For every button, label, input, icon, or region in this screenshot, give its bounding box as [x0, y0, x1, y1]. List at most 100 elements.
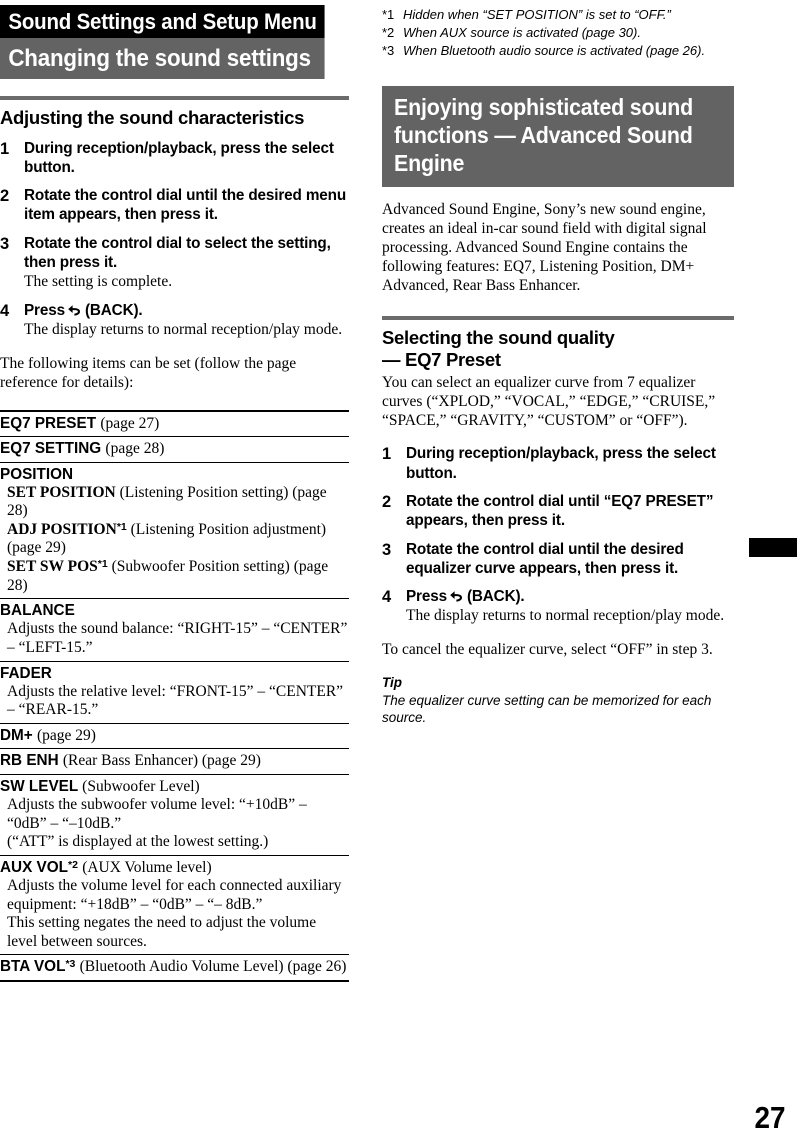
table-row: FADER Adjusts the relative level: “FRONT… — [0, 662, 349, 724]
table-row: POSITION SET POSITION (Listening Positio… — [0, 463, 349, 600]
step-item: 3 Rotate the control dial to select the … — [0, 234, 349, 292]
step-number: 2 — [0, 187, 10, 206]
step-instruction: Rotate the control dial until the desire… — [406, 540, 684, 577]
footnote-marker: *1 — [382, 7, 395, 22]
setting-reference: (Rear Bass Enhancer) (page 29) — [62, 752, 261, 770]
chapter-title: Sound Settings and Setup Menu — [8, 9, 317, 34]
back-arrow-icon — [67, 303, 83, 318]
footnote-marker: *2 — [68, 858, 78, 871]
setting-term: BTA VOL*3 (Bluetooth Audio Volume Level)… — [0, 957, 349, 976]
setting-name: AUX VOL — [0, 858, 68, 876]
setting-term: EQ7 SETTING (page 28) — [0, 439, 349, 458]
footnote-text: Hidden when “SET POSITION” is set to “OF… — [403, 7, 671, 22]
eq7-paragraph: You can select an equalizer curve from 7… — [382, 373, 716, 429]
table-row: SW LEVEL (Subwoofer Level) Adjusts the s… — [0, 775, 349, 856]
subitem-name: SET SW POS — [7, 558, 98, 576]
back-arrow-icon — [449, 589, 465, 604]
setting-reference: (Bluetooth Audio Volume Level) (page 26) — [79, 958, 347, 976]
step-number: 3 — [0, 234, 10, 253]
step-item: 2 Rotate the control dial until “EQ7 PRE… — [382, 492, 734, 531]
step-number: 4 — [0, 301, 10, 320]
footnote-marker: *3 — [65, 958, 76, 971]
step-item: 4 Press (BACK). The display returns to no… — [382, 587, 734, 626]
step-instruction-prefix: Press — [24, 301, 65, 319]
page-title: Adjusting the sound characteristics — [0, 107, 305, 128]
table-row: BTA VOL*3 (Bluetooth Audio Volume Level)… — [0, 955, 349, 982]
footnote-marker: *1 — [116, 520, 127, 533]
setting-term: RB ENH (Rear Bass Enhancer) (page 29) — [0, 751, 349, 770]
footnote-item: *3 When Bluetooth audio source is activa… — [382, 42, 734, 60]
footnote-marker: *3 — [382, 42, 395, 58]
setting-description: Adjusts the volume level for each connec… — [7, 877, 342, 913]
manual-page: Sound Settings and Setup Menu Changing t… — [0, 0, 797, 1141]
setting-name: SW LEVEL — [0, 777, 78, 795]
thumb-index-tab — [749, 538, 797, 557]
footnote-item: *2 When AUX source is activated (page 30… — [382, 24, 734, 42]
right-column: *1 Hidden when “SET POSITION” is set to … — [382, 0, 734, 727]
setting-name: BTA VOL — [0, 958, 66, 976]
table-row: EQ7 SETTING (page 28) — [0, 437, 349, 463]
step-instruction: During reception/playback, press the sel… — [406, 445, 716, 482]
heading-rule — [382, 316, 734, 321]
setting-name: EQ7 PRESET — [0, 414, 97, 432]
left-column: Sound Settings and Setup Menu Changing t… — [0, 0, 349, 982]
footnote-text: When Bluetooth audio source is activated… — [403, 42, 706, 58]
setting-reference: (Subwoofer Level) — [82, 777, 200, 795]
advanced-sound-engine-paragraph: Advanced Sound Engine, Sony’s new sound … — [382, 200, 707, 294]
footnote-marker: *1 — [97, 558, 108, 571]
tip-label: Tip — [382, 675, 402, 690]
step-item: 4 Press (BACK). The display returns to no… — [0, 301, 349, 340]
setting-reference: (page 29) — [36, 726, 96, 744]
heading-rule — [0, 96, 349, 100]
setting-reference: (AUX Volume level) — [82, 858, 212, 876]
setting-name: DM+ — [0, 726, 33, 744]
setting-term: FADER — [0, 664, 349, 683]
footnote-text: When AUX source is activated (page 30). — [403, 24, 641, 40]
setting-name: RB ENH — [0, 752, 59, 770]
footnote-item: *1 Hidden when “SET POSITION” is set to … — [382, 6, 734, 24]
step-instruction: Rotate the control dial to select the se… — [24, 234, 331, 271]
step-item: 3 Rotate the control dial until the desi… — [382, 540, 734, 579]
settings-table: EQ7 PRESET (page 27) EQ7 SETTING (page 2… — [0, 409, 349, 982]
setting-term: DM+ (page 29) — [0, 726, 349, 745]
step-instruction-suffix: (BACK). — [466, 588, 525, 606]
setting-description: Adjusts the relative level: “FRONT-15” –… — [7, 682, 344, 719]
step-item: 2 Rotate the control dial until the desi… — [0, 186, 349, 225]
eq7-heading: Selecting the sound quality — EQ7 Preset — [382, 327, 734, 370]
step-number: 3 — [382, 540, 392, 559]
setting-subitem: ADJ POSITION*1 (Listening Position adjus… — [0, 521, 349, 558]
setting-term: SW LEVEL (Subwoofer Level) — [0, 777, 349, 796]
step-instruction: Rotate the control dial until the desire… — [24, 187, 347, 224]
step-number: 1 — [382, 445, 392, 464]
step-number: 4 — [382, 588, 392, 607]
table-row: EQ7 PRESET (page 27) — [0, 412, 349, 438]
setting-description: Adjusts the subwoofer volume level: “+10… — [7, 795, 307, 832]
step-instruction: Press (BACK). — [406, 587, 734, 606]
footnote-marker: *2 — [382, 24, 395, 40]
setting-name: POSITION — [0, 465, 74, 483]
table-row: AUX VOL*2 (AUX Volume level) Adjusts the… — [0, 856, 349, 956]
setting-subitem: SET POSITION (Listening Position setting… — [0, 484, 349, 521]
step-number: 2 — [382, 493, 392, 512]
items-intro-paragraph: The following items can be set (follow t… — [0, 355, 297, 391]
eq7-heading-line2: — EQ7 Preset — [382, 349, 501, 371]
setting-term: EQ7 PRESET (page 27) — [0, 414, 349, 433]
table-row: BALANCE Adjusts the sound balance: “RIGH… — [0, 599, 349, 662]
chapter-title-bar: Sound Settings and Setup Menu — [0, 5, 325, 38]
step-instruction-suffix: (BACK). — [84, 301, 143, 319]
subitem-name: ADJ POSITION — [7, 520, 117, 538]
subitem-name: SET POSITION — [7, 483, 116, 501]
setting-subitem: SET SW POS*1 (Subwoofer Position setting… — [0, 558, 349, 595]
step-instruction: During reception/playback, press the sel… — [24, 139, 334, 176]
advanced-sound-engine-title: Enjoying sophisticated sound functions —… — [394, 93, 694, 176]
step-instruction-prefix: Press — [406, 588, 447, 606]
setting-reference: (page 27) — [100, 414, 160, 432]
setting-name: EQ7 SETTING — [0, 440, 102, 458]
setting-name: BALANCE — [0, 602, 75, 620]
step-item: 1 During reception/playback, press the s… — [382, 444, 734, 483]
setting-name: FADER — [0, 664, 52, 682]
step-instruction: Rotate the control dial until “EQ7 PRESE… — [406, 493, 714, 530]
eq7-heading-line1: Selecting the sound quality — [382, 327, 615, 349]
step-result: The setting is complete. — [24, 273, 173, 291]
setting-term: POSITION — [0, 465, 349, 484]
